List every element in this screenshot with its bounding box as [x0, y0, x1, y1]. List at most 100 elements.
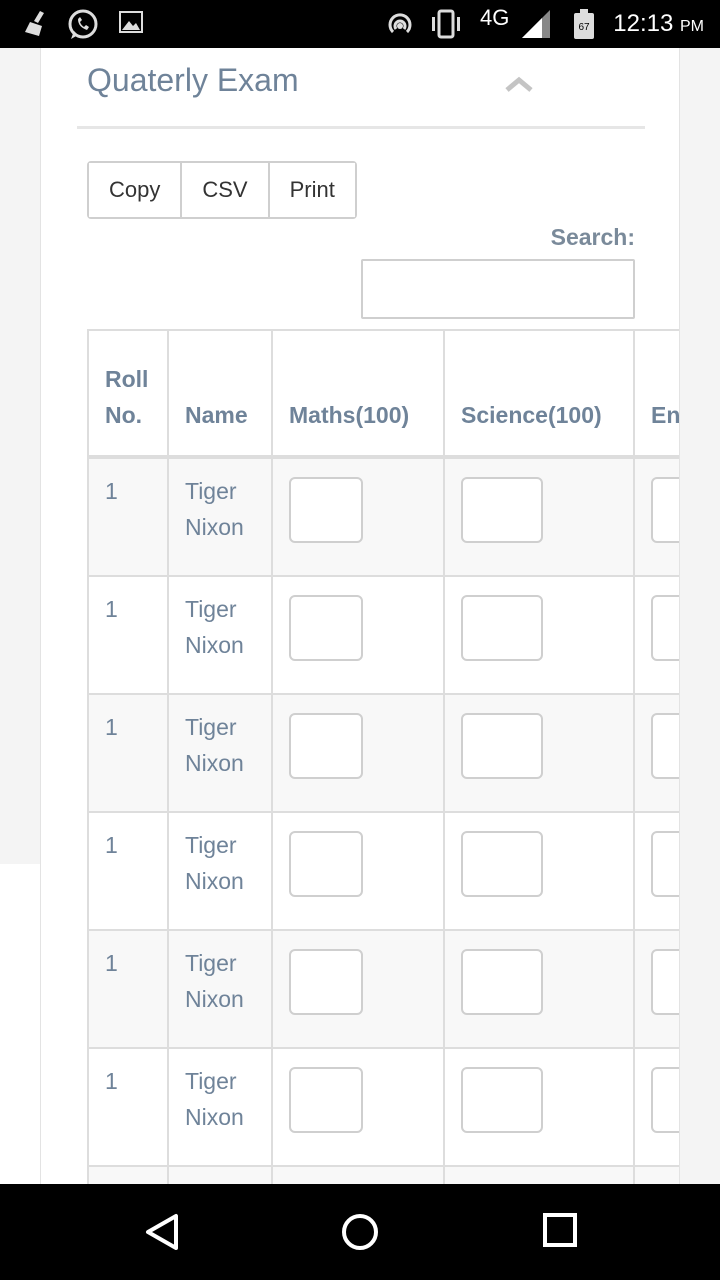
maths-mark-cell [271, 811, 445, 931]
table-row: 1TigerNixon [87, 456, 679, 577]
table-row: 1 Tiger Nixon [87, 929, 679, 1049]
maths-mark-cell [271, 929, 445, 1049]
student-last-name: Nixon [185, 632, 244, 658]
maths-mark-input[interactable] [289, 713, 363, 779]
maths-mark-input[interactable] [289, 1067, 363, 1133]
search-input[interactable] [361, 259, 635, 319]
column-header-roll[interactable]: Roll No. [87, 329, 169, 458]
battery-icon: 67 [572, 8, 596, 45]
student-name-cell: TigerNixon [167, 575, 273, 695]
column-header-maths[interactable]: Maths(100) [271, 329, 445, 458]
english-mark-input[interactable] [651, 477, 679, 543]
student-name-cell: TigerNixon [167, 1165, 273, 1184]
signal-icon [520, 8, 552, 45]
science-mark-input[interactable] [461, 949, 543, 1015]
maths-mark-cell [271, 1165, 445, 1184]
table-row: 1 Tiger Nixon [87, 1047, 679, 1167]
english-mark-input[interactable] [651, 831, 679, 897]
english-mark-cell [633, 1165, 679, 1184]
marks-table: Roll No. Name Maths(100) Science(100) Eng… [87, 329, 679, 1184]
table-header-row: Roll No. Name Maths(100) Science(100) Eng… [87, 329, 679, 458]
column-header-name[interactable]: Name [167, 329, 273, 458]
network-type-label: 4G [480, 5, 510, 30]
print-button[interactable]: Print [269, 163, 355, 217]
maths-mark-input[interactable] [289, 477, 363, 543]
clock-ampm: PM [680, 18, 704, 35]
student-first-name: Tiger [185, 950, 237, 976]
clock: 12:13 PM [613, 10, 704, 38]
science-mark-input[interactable] [461, 595, 543, 661]
student-first-name: Tiger [185, 478, 237, 504]
maths-mark-input[interactable] [289, 831, 363, 897]
whatsapp-icon [66, 8, 100, 47]
student-last-name: Nixon [185, 1104, 244, 1130]
csv-button[interactable]: CSV [182, 163, 270, 217]
student-first-name: Tiger [185, 714, 237, 740]
export-button-group: Copy CSV Print [87, 161, 357, 219]
title-divider [77, 126, 645, 129]
page-background-right [679, 48, 720, 1184]
status-bar: 4G 67 12:13 PM [0, 0, 720, 48]
roll-number-cell: 1 [87, 1047, 169, 1167]
student-last-name: Nixon [185, 986, 244, 1012]
english-mark-cell [633, 929, 679, 1049]
roll-number-cell: 1 [87, 575, 169, 695]
maths-mark-input[interactable] [289, 949, 363, 1015]
roll-number-cell: 1 [87, 1165, 169, 1184]
table-row: 1TigerNixon [87, 575, 679, 695]
student-name-cell: Tiger Nixon [167, 693, 273, 813]
english-mark-cell [633, 693, 679, 813]
science-mark-cell [443, 693, 635, 813]
back-icon[interactable] [142, 1212, 182, 1257]
english-mark-input[interactable] [651, 713, 679, 779]
english-mark-cell [633, 575, 679, 695]
roll-header-line1: Roll [105, 366, 149, 392]
student-name-cell: Tiger Nixon [167, 929, 273, 1049]
english-mark-cell [633, 811, 679, 931]
navigation-bar [0, 1184, 720, 1280]
english-mark-input[interactable] [651, 595, 679, 661]
english-mark-input[interactable] [651, 1067, 679, 1133]
science-mark-cell [443, 1165, 635, 1184]
page-background [0, 48, 40, 864]
vibrate-icon [428, 8, 464, 45]
maths-mark-cell [271, 575, 445, 695]
chevron-up-icon[interactable] [503, 72, 535, 96]
table-row: 1TigerNixon [87, 1165, 679, 1184]
recents-icon[interactable] [542, 1212, 578, 1253]
roll-number-cell: 1 [87, 929, 169, 1049]
svg-text:67: 67 [578, 22, 590, 33]
science-mark-cell [443, 929, 635, 1049]
broom-icon [22, 8, 52, 43]
student-name-cell: Tiger Nixon [167, 1047, 273, 1167]
table-row: 1 Tiger Nixon [87, 693, 679, 813]
student-last-name: Nixon [185, 514, 244, 540]
student-name-cell: Tiger Nixon [167, 456, 273, 577]
image-icon [118, 8, 146, 41]
column-header-science[interactable]: Science(100) [443, 329, 635, 458]
science-mark-input[interactable] [461, 831, 543, 897]
science-mark-cell [443, 456, 635, 577]
roll-number-cell: 1 [87, 693, 169, 813]
home-icon[interactable] [340, 1212, 380, 1257]
student-first-name: Tiger [185, 1068, 237, 1094]
student-last-name: Nixon [185, 750, 244, 776]
maths-mark-cell [271, 693, 445, 813]
science-mark-cell [443, 1047, 635, 1167]
copy-button[interactable]: Copy [89, 163, 183, 217]
card-title: Quaterly Exam [87, 62, 299, 98]
search-label: Search: [550, 224, 635, 250]
table-row: 1TigerNixon [87, 811, 679, 931]
english-mark-cell [633, 456, 679, 577]
science-mark-cell [443, 575, 635, 695]
maths-mark-cell [271, 456, 445, 577]
science-mark-input[interactable] [461, 477, 543, 543]
clock-time: 12:13 [613, 10, 674, 37]
science-mark-input[interactable] [461, 713, 543, 779]
student-name-cell: TigerNixon [167, 811, 273, 931]
maths-mark-input[interactable] [289, 595, 363, 661]
english-mark-input[interactable] [651, 949, 679, 1015]
science-mark-input[interactable] [461, 1067, 543, 1133]
student-last-name: Nixon [185, 868, 244, 894]
column-header-english[interactable]: Englis [633, 329, 679, 458]
